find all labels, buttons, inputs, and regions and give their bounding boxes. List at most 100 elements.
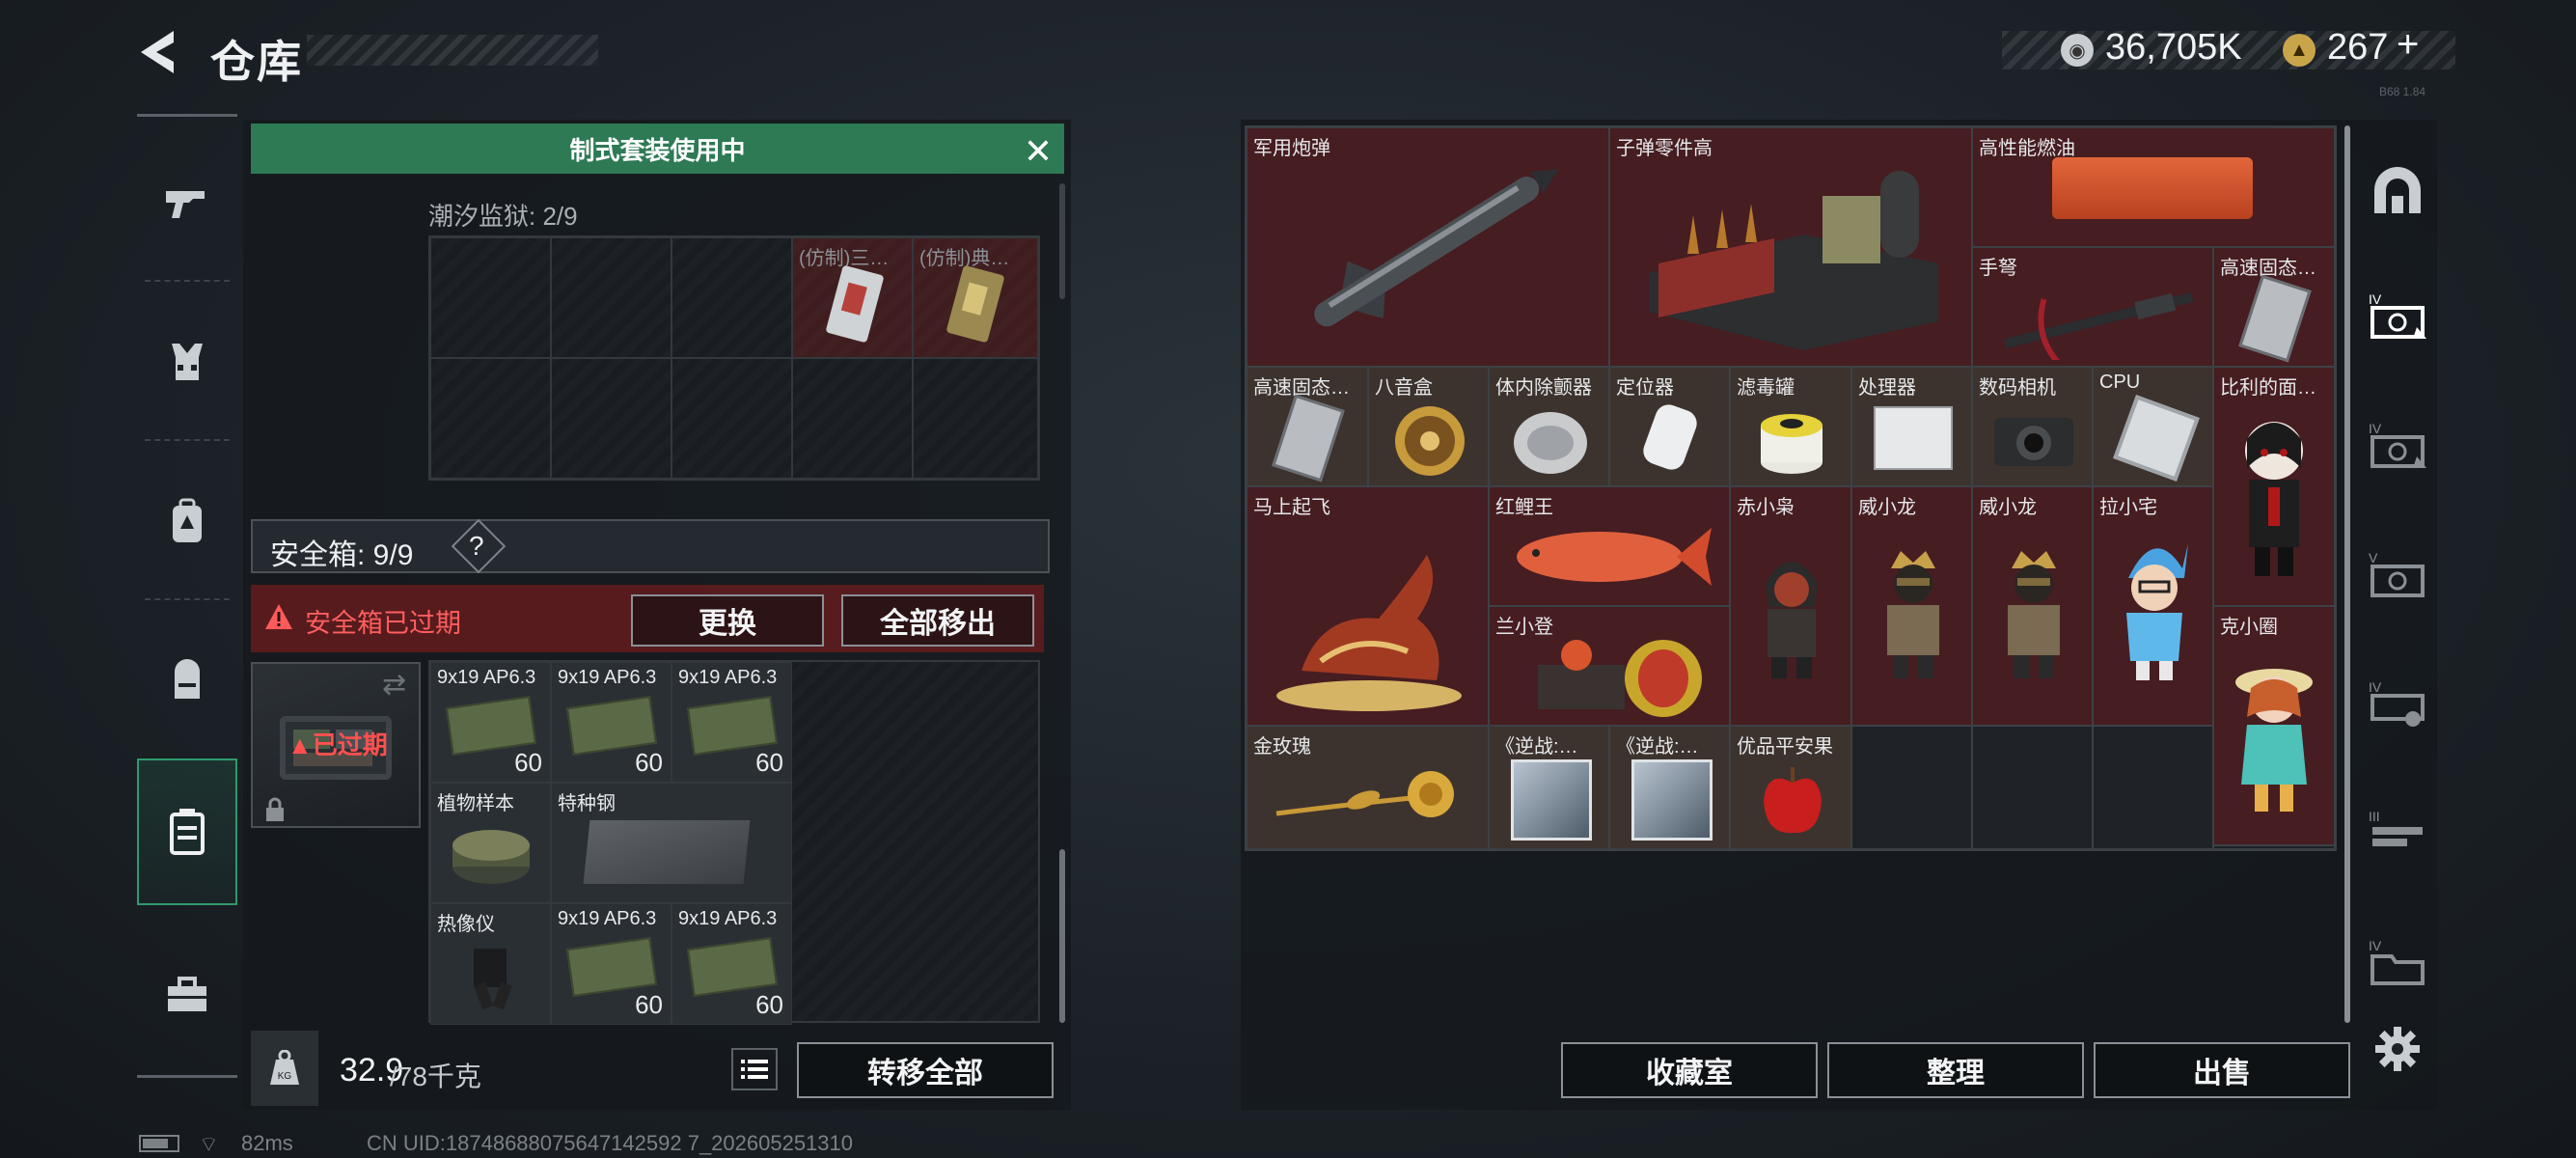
stash-item-golden-rose[interactable]: 金玫瑰: [1247, 726, 1489, 849]
transfer-all-button[interactable]: 转移全部: [797, 1042, 1054, 1098]
filter-canister-icon: [1761, 414, 1822, 474]
grid-slot[interactable]: [671, 358, 792, 479]
koi-fish-icon: [1517, 528, 1712, 586]
figure-group-icon: [1538, 640, 1702, 717]
stash-item-processor[interactable]: 处理器: [1851, 367, 1972, 486]
nav-backpack[interactable]: [137, 454, 237, 589]
svg-text:KG: KG: [278, 1071, 292, 1082]
missile-icon: [1314, 169, 1559, 327]
stash-scrollbar[interactable]: [2344, 125, 2350, 1023]
ammo-item[interactable]: 9x19 AP6.3 60: [671, 903, 792, 1025]
close-icon[interactable]: ✕: [1024, 131, 1053, 172]
stash-item-cpu[interactable]: CPU: [2093, 367, 2213, 486]
nav-safe-box[interactable]: [137, 758, 237, 905]
add-currency-button[interactable]: +: [2397, 23, 2419, 67]
grid-slot[interactable]: [430, 237, 551, 358]
stash-tab-5[interactable]: III: [2359, 793, 2436, 870]
stash-item-defibrillator[interactable]: 体内除颤器: [1489, 367, 1609, 486]
item-name: 定位器: [1616, 377, 1674, 399]
stash-item-horse[interactable]: 马上起飞: [1247, 486, 1489, 726]
item-name: 比利的面…: [2220, 377, 2316, 399]
nav-toolbox[interactable]: [137, 926, 237, 1062]
grid-slot[interactable]: [430, 358, 551, 479]
replace-button[interactable]: 更换: [631, 594, 824, 647]
left-scrollbar-top[interactable]: [1059, 183, 1065, 299]
soldier-figure-icon: [1887, 551, 1939, 678]
item-name: 金玫瑰: [1253, 736, 1311, 758]
stash-item-ke-quan[interactable]: 克小圈: [2213, 606, 2335, 845]
stash-tab-6[interactable]: IV: [2359, 923, 2436, 1000]
stash-item-bullet-parts[interactable]: 子弹零件高: [1609, 127, 1972, 367]
swap-icon[interactable]: ⇄: [382, 668, 406, 702]
battery-icon: [139, 1135, 179, 1152]
settings-button[interactable]: [2373, 1025, 2422, 1073]
uid-label: CN UID:18748688075647142592 7_2026052513…: [367, 1131, 854, 1155]
stash-home-tab[interactable]: [2359, 152, 2436, 230]
stash-tab-3[interactable]: V: [2359, 535, 2436, 612]
ammo-item[interactable]: 9x19 AP6.3 60: [551, 903, 671, 1025]
special-steel-item[interactable]: 特种钢: [551, 783, 792, 903]
stash-item-fuel[interactable]: 高性能燃油: [1972, 127, 2335, 247]
back-arrow-icon[interactable]: [135, 27, 185, 77]
safe-box-icon: [170, 809, 205, 855]
ammo-item[interactable]: 9x19 AP6.3 60: [671, 662, 792, 783]
horse-statue-icon: [1276, 555, 1462, 711]
grid-slot[interactable]: [1851, 726, 1972, 849]
sell-button[interactable]: 出售: [2094, 1042, 2350, 1098]
stash-item-game-card[interactable]: 《逆战:…: [1489, 726, 1609, 849]
grid-slot[interactable]: [913, 358, 1038, 479]
grid-slot[interactable]: [551, 237, 671, 358]
tide-item[interactable]: (仿制)三…: [792, 237, 913, 358]
stash-item-apple[interactable]: 优品平安果: [1730, 726, 1851, 849]
stash-item-wei-dragon[interactable]: 威小龙: [1972, 486, 2093, 726]
stash-item-owl-figure[interactable]: 赤小枭: [1730, 486, 1851, 726]
item-name: 马上起飞: [1253, 497, 1330, 518]
ammo-item[interactable]: 9x19 AP6.3 60: [430, 662, 551, 783]
nav-armor[interactable]: [137, 294, 237, 429]
stash-item-billy-mask[interactable]: 比利的面…: [2213, 367, 2335, 606]
defibrillator-icon: [1514, 412, 1587, 474]
stash-item-filter-canister[interactable]: 滤毒罐: [1730, 367, 1851, 486]
stash-tab-1[interactable]: IV: [2359, 276, 2436, 353]
stash-grid: 军用炮弹 子弹零件高 高性能燃油 手弩 高速固态… 高速固态… 八音盒 体内除颤…: [1245, 125, 2337, 851]
item-count: 60: [755, 748, 783, 777]
stash-item-red-koi[interactable]: 红鲤王: [1489, 486, 1730, 606]
collection-room-button[interactable]: 收藏室: [1561, 1042, 1818, 1098]
grid-slot[interactable]: [1972, 726, 2093, 849]
nav-rig[interactable]: [137, 613, 237, 748]
safe-box-slot[interactable]: ▲已过期 ⇄: [251, 662, 421, 828]
stash-item-game-card[interactable]: 《逆战:…: [1609, 726, 1730, 849]
stash-item-ssd[interactable]: 高速固态…: [1247, 367, 1368, 486]
apple-icon: [1764, 767, 1822, 834]
grid-slot[interactable]: [551, 358, 671, 479]
tide-item[interactable]: (仿制)典…: [913, 237, 1038, 358]
left-scrollbar[interactable]: [1059, 849, 1065, 1023]
vest-icon: [172, 344, 203, 380]
grid-slot[interactable]: [2093, 726, 2213, 849]
stash-tab-2[interactable]: IV: [2359, 405, 2436, 482]
stash-item-lan-deng[interactable]: 兰小登: [1489, 606, 1730, 726]
item-name: 9x19 AP6.3: [558, 667, 657, 688]
stash-item-crossbow[interactable]: 手弩: [1972, 247, 2213, 367]
ammo-item[interactable]: 9x19 AP6.3 60: [551, 662, 671, 783]
plant-sample-item[interactable]: 植物样本: [430, 783, 551, 903]
move-all-out-button[interactable]: 全部移出: [841, 594, 1034, 647]
list-view-button[interactable]: [731, 1048, 778, 1090]
stash-tab-4[interactable]: IV: [2359, 664, 2436, 741]
stash-item-ssd[interactable]: 高速固态…: [2213, 247, 2335, 367]
nav-top-line: [137, 114, 237, 117]
thermal-imager-item[interactable]: 热像仪: [430, 903, 551, 1025]
stash-item-artillery-shell[interactable]: 军用炮弹: [1247, 127, 1609, 367]
organize-button[interactable]: 整理: [1827, 1042, 2084, 1098]
stash-item-digital-camera[interactable]: 数码相机: [1972, 367, 2093, 486]
nav-weapons[interactable]: [137, 135, 237, 270]
stash-item-la-zhai[interactable]: 拉小宅: [2093, 486, 2213, 726]
stash-item-locator[interactable]: 定位器: [1609, 367, 1730, 486]
item-name: 克小圈: [2220, 617, 2278, 638]
ammo-box-icon: [686, 937, 779, 997]
grid-slot[interactable]: [792, 358, 913, 479]
stash-item-music-box[interactable]: 八音盒: [1368, 367, 1489, 486]
stash-item-wei-dragon[interactable]: 威小龙: [1851, 486, 1972, 726]
help-icon[interactable]: ?: [469, 531, 484, 562]
grid-slot[interactable]: [671, 237, 792, 358]
